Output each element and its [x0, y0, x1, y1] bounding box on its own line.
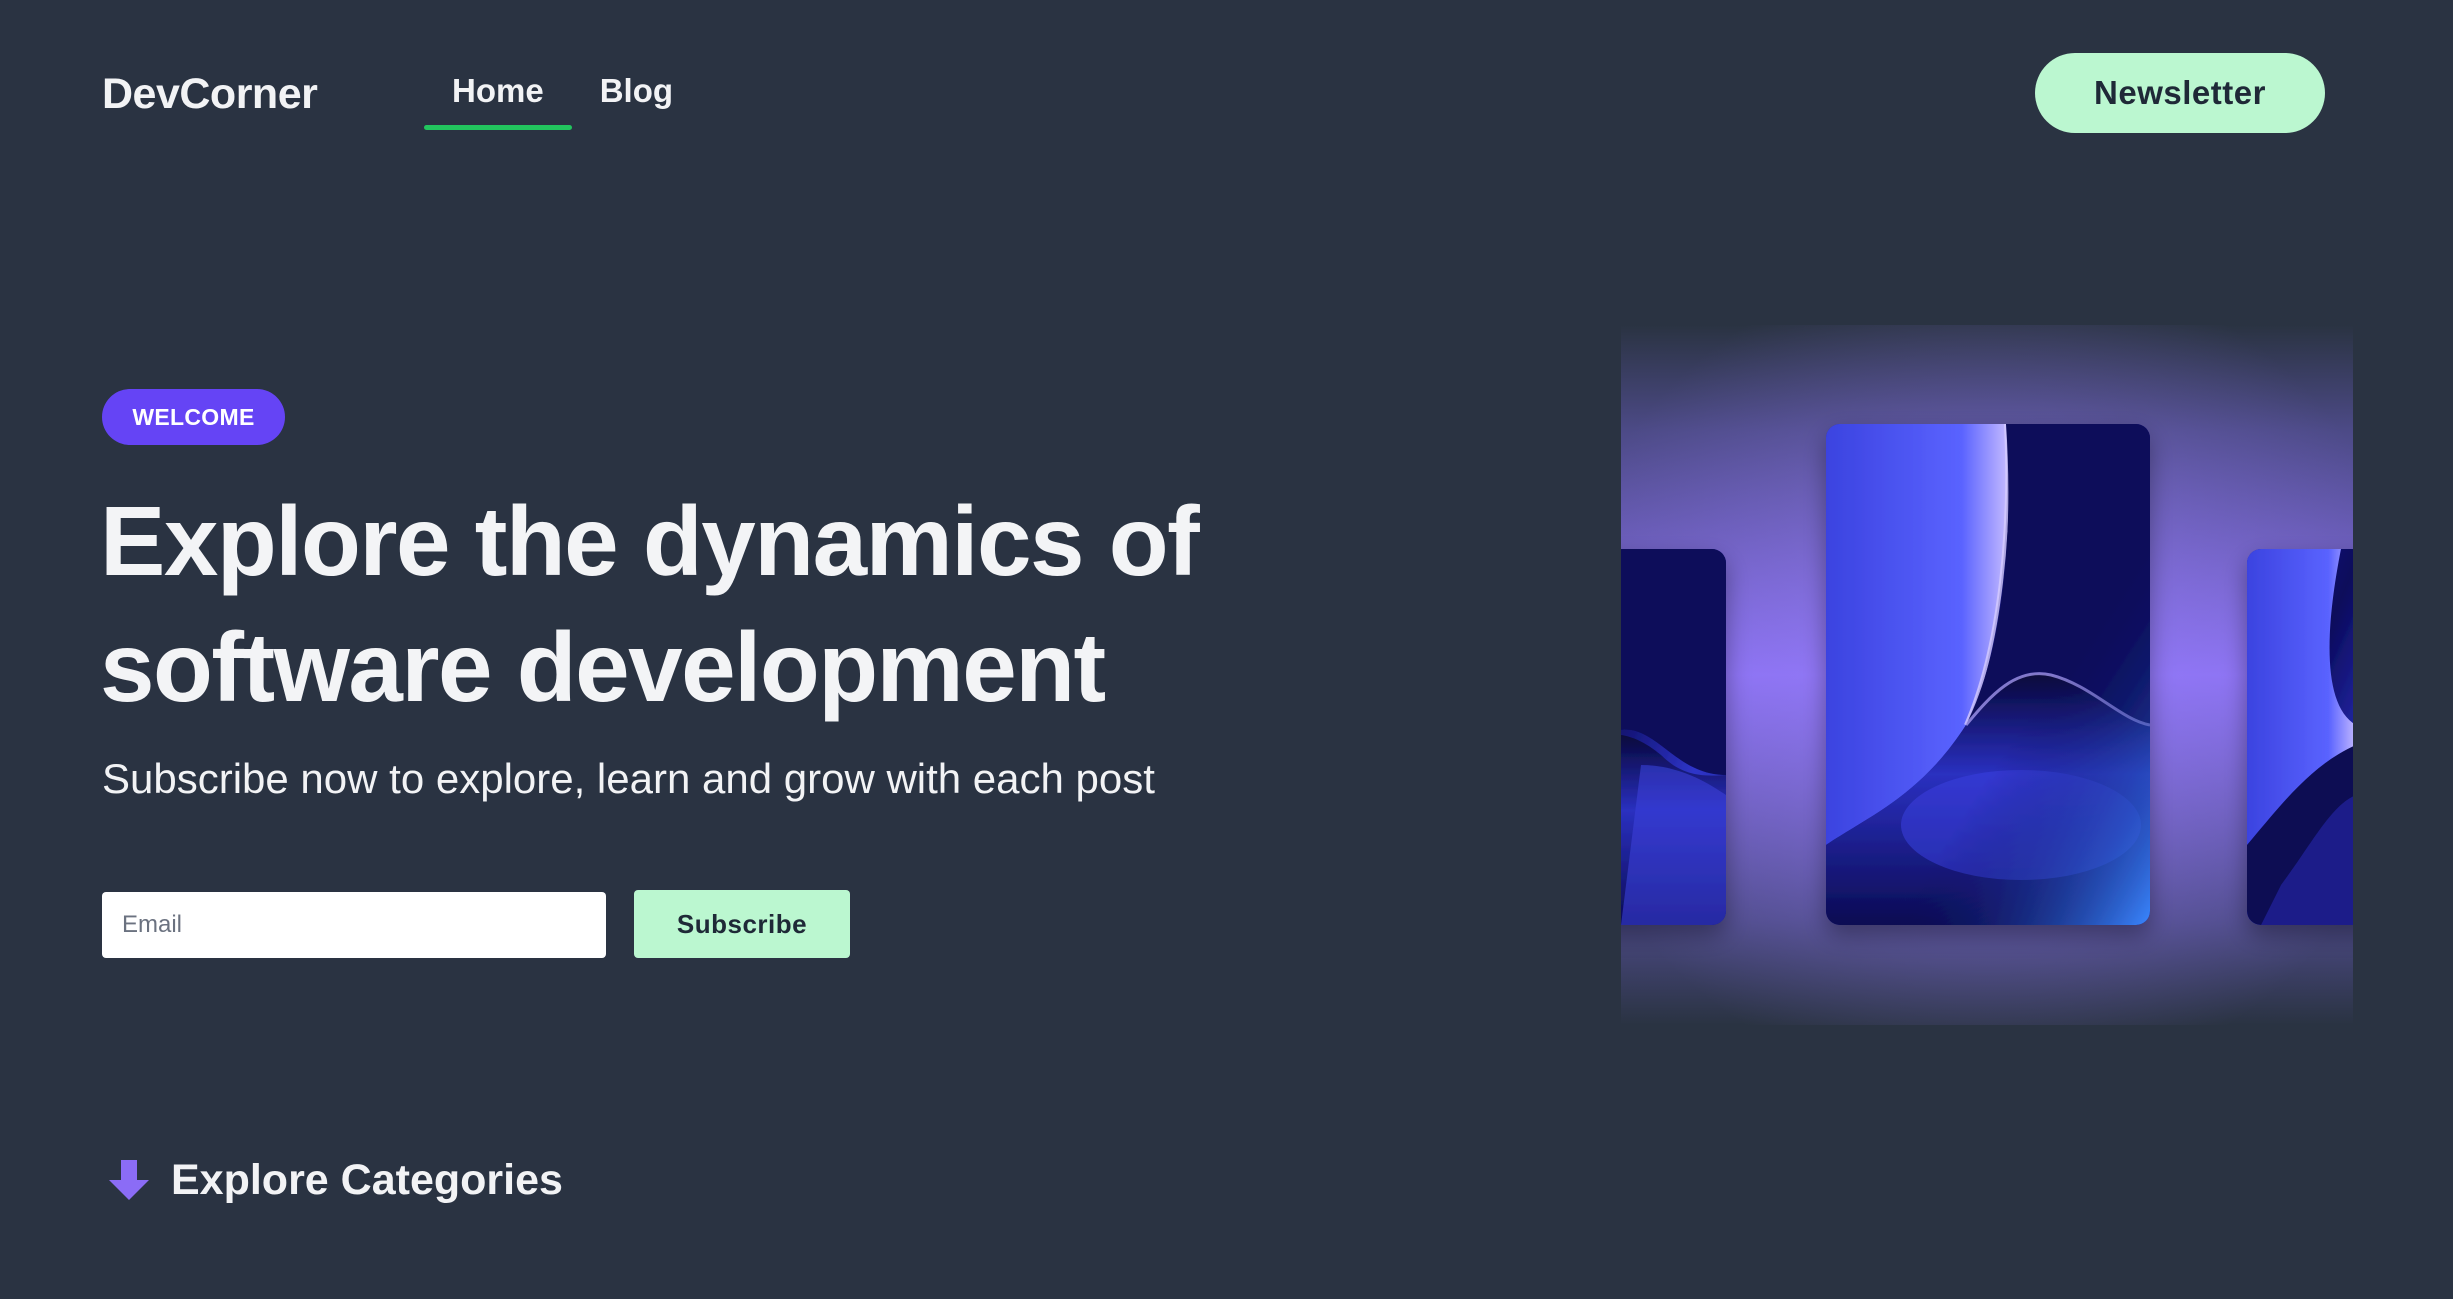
brand-logo[interactable]: DevCorner	[102, 66, 318, 122]
explore-categories-heading: Explore Categories	[105, 1150, 563, 1210]
nav-item-blog[interactable]: Blog	[572, 60, 701, 130]
hero-illustration	[1621, 325, 2353, 1025]
hero-subtitle: Subscribe now to explore, learn and grow…	[102, 755, 1155, 802]
center-art-card	[1826, 424, 2150, 925]
newsletter-button[interactable]: Newsletter	[2035, 53, 2325, 133]
left-art-card	[1621, 549, 1726, 925]
section-title: Explore Categories	[171, 1156, 563, 1204]
welcome-badge: WELCOME	[102, 389, 285, 445]
subscribe-button[interactable]: Subscribe	[634, 890, 850, 958]
hero-headline-line-2: software development	[100, 612, 1106, 722]
email-input[interactable]	[102, 892, 606, 958]
main-nav: Home Blog	[424, 60, 701, 130]
hero-headline-line-1: Explore the dynamics of	[100, 486, 1200, 596]
page: DevCorner Home Blog Newsletter WELCOME E…	[0, 0, 2453, 1299]
right-art-card	[2247, 549, 2353, 925]
hero-headline: Explore the dynamics of software develop…	[100, 478, 1400, 730]
arrow-down-icon	[109, 1160, 149, 1200]
nav-item-home[interactable]: Home	[424, 60, 572, 130]
